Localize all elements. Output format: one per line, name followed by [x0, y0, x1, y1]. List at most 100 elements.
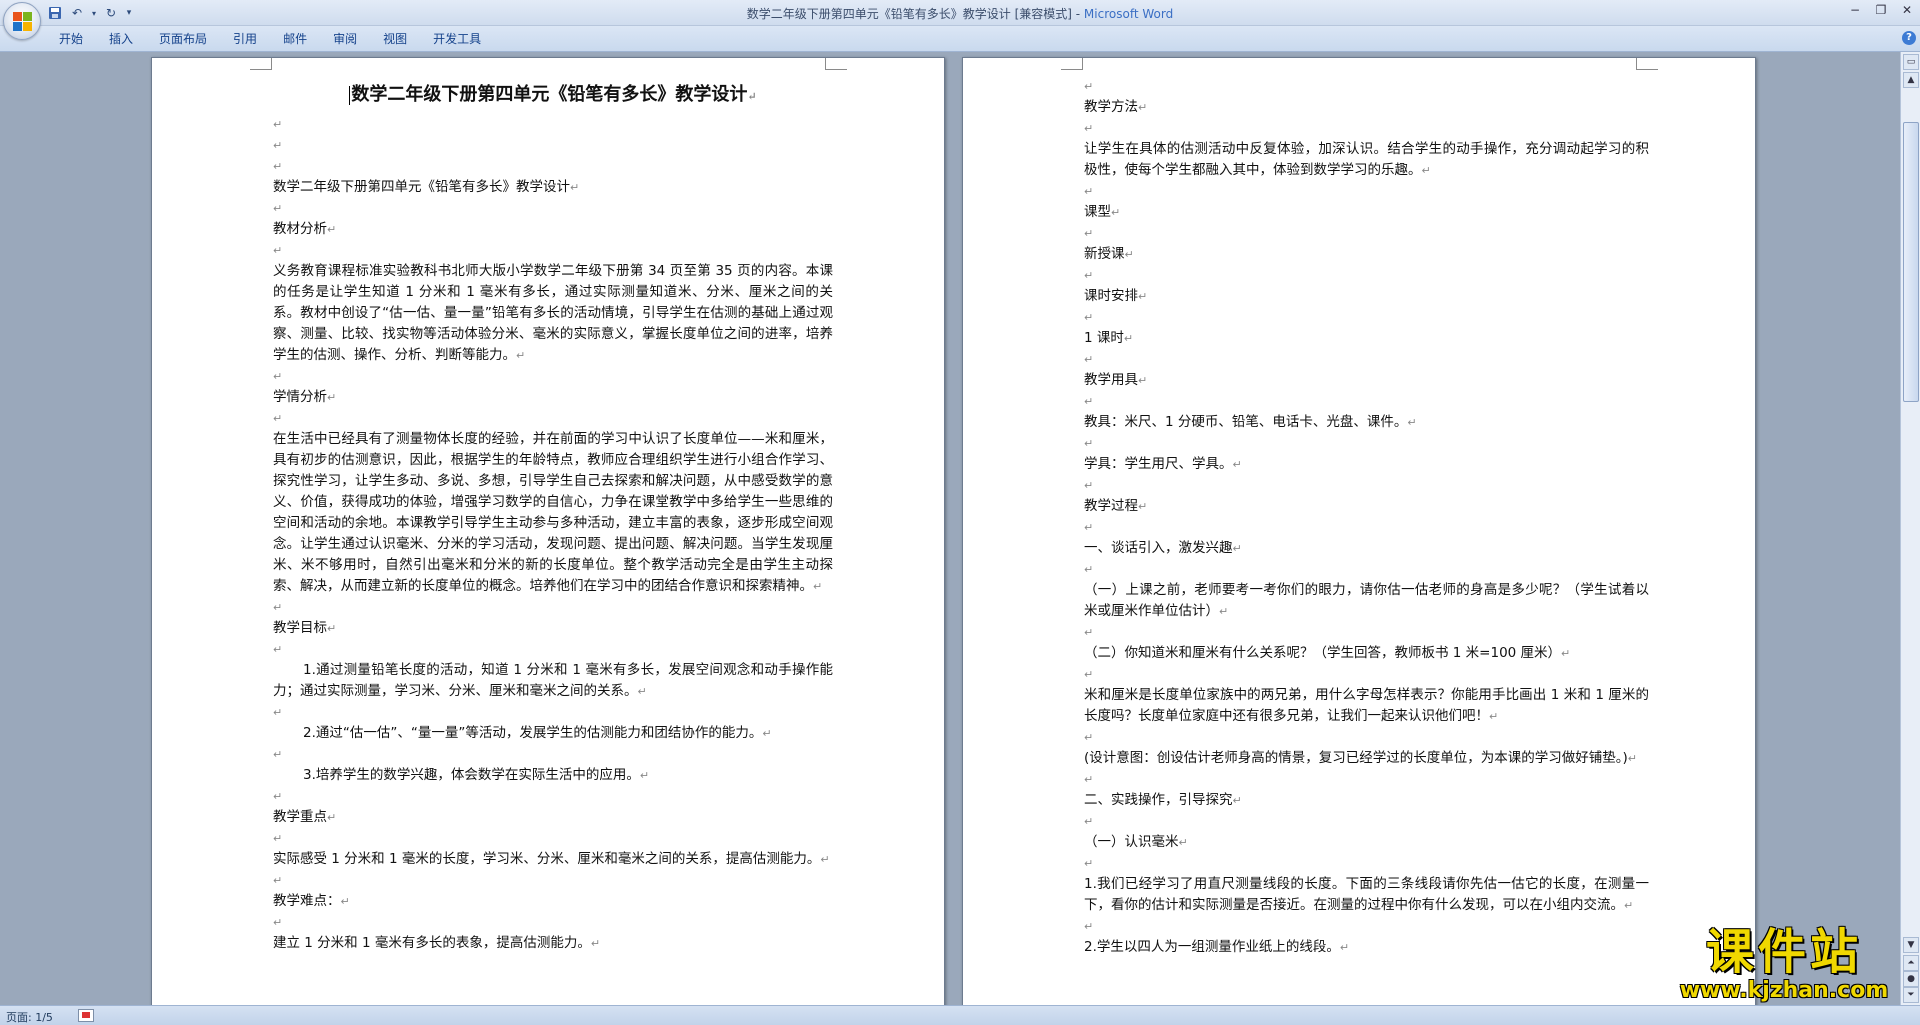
empty-paragraph[interactable]: ↵: [1084, 622, 1649, 643]
vertical-scrollbar[interactable]: ▭ ▲ ▼ ⏶ ● ⏷: [1900, 52, 1920, 1005]
empty-paragraph[interactable]: ↵: [273, 198, 833, 219]
document-area[interactable]: 数学二年级下册第四单元《铅笔有多长》教学设计↵ ↵ ↵ ↵ 数学二年级下册第四单元《铅…: [0, 52, 1900, 1005]
paragraph[interactable]: 教学重点↵: [273, 807, 833, 828]
tab-insert[interactable]: 插入: [96, 30, 146, 48]
empty-paragraph[interactable]: ↵: [1084, 664, 1649, 685]
page-1-content[interactable]: 数学二年级下册第四单元《铅笔有多长》教学设计↵ ↵ ↵ ↵ 数学二年级下册第四单元《铅…: [273, 80, 833, 954]
empty-paragraph[interactable]: ↵: [1084, 853, 1649, 874]
previous-page-button[interactable]: ⏶: [1903, 955, 1919, 971]
empty-paragraph[interactable]: ↵: [273, 702, 833, 723]
paragraph[interactable]: （二）你知道米和厘米有什么关系呢？（学生回答，教师板书 1 米=100 厘米）↵: [1084, 643, 1649, 664]
restore-button[interactable]: ❐: [1868, 0, 1894, 20]
empty-paragraph[interactable]: ↵: [273, 786, 833, 807]
empty-paragraph[interactable]: ↵: [1084, 916, 1649, 937]
empty-paragraph[interactable]: ↵: [1084, 76, 1649, 97]
empty-paragraph[interactable]: ↵: [1084, 265, 1649, 286]
paragraph[interactable]: （一）上课之前，老师要考一考你们的眼力，请你估一估老师的身高是多少呢？（学生试着…: [1084, 580, 1649, 622]
paragraph-text: 学情分析: [273, 389, 327, 405]
empty-paragraph[interactable]: ↵: [1084, 769, 1649, 790]
tab-view[interactable]: 视图: [370, 30, 420, 48]
tab-home[interactable]: 开始: [46, 30, 96, 48]
scroll-up-button[interactable]: ▲: [1903, 72, 1919, 88]
page-2-content[interactable]: ↵ 教学方法↵ ↵ 让学生在具体的估测活动中反复体验，加深认识。结合学生的动手操作，充…: [1084, 76, 1649, 958]
scroll-down-button[interactable]: ▼: [1903, 937, 1919, 953]
paragraph[interactable]: 实际感受 1 分米和 1 毫米的长度，学习米、分米、厘米和毫米之间的关系，提高估…: [273, 849, 833, 870]
document-page-2[interactable]: ↵ 教学方法↵ ↵ 让学生在具体的估测活动中反复体验，加深认识。结合学生的动手操作，充…: [962, 57, 1756, 1005]
empty-paragraph[interactable]: ↵: [1084, 517, 1649, 538]
paragraph[interactable]: 教学目标↵: [273, 618, 833, 639]
empty-paragraph[interactable]: ↵: [273, 135, 833, 156]
empty-paragraph[interactable]: ↵: [1084, 433, 1649, 454]
paragraph[interactable]: 数学二年级下册第四单元《铅笔有多长》教学设计↵: [273, 177, 833, 198]
paragraph[interactable]: 义务教育课程标准实验教科书北师大版小学数学二年级下册第 34 页至第 35 页的…: [273, 261, 833, 366]
empty-paragraph[interactable]: ↵: [273, 744, 833, 765]
paragraph[interactable]: 1.通过测量铅笔长度的活动，知道 1 分米和 1 毫米有多长，发展空间观念和动手…: [273, 660, 833, 702]
empty-paragraph[interactable]: ↵: [1084, 181, 1649, 202]
document-page-1[interactable]: 数学二年级下册第四单元《铅笔有多长》教学设计↵ ↵ ↵ ↵ 数学二年级下册第四单元《铅…: [151, 57, 945, 1005]
document-heading[interactable]: 数学二年级下册第四单元《铅笔有多长》教学设计↵: [273, 80, 833, 110]
paragraph[interactable]: 教材分析↵: [273, 219, 833, 240]
paragraph[interactable]: 1 课时↵: [1084, 328, 1649, 349]
empty-paragraph[interactable]: ↵: [273, 912, 833, 933]
paragraph[interactable]: 学情分析↵: [273, 387, 833, 408]
tab-mailings[interactable]: 邮件: [270, 30, 320, 48]
paragraph[interactable]: 教学过程↵: [1084, 496, 1649, 517]
empty-paragraph[interactable]: ↵: [273, 870, 833, 891]
close-button[interactable]: ✕: [1894, 0, 1920, 20]
empty-paragraph[interactable]: ↵: [273, 597, 833, 618]
empty-paragraph[interactable]: ↵: [1084, 475, 1649, 496]
paragraph-mark: ↵: [820, 853, 830, 866]
paragraph[interactable]: 学具：学生用尺、学具。↵: [1084, 454, 1649, 475]
empty-paragraph[interactable]: ↵: [273, 114, 833, 135]
paragraph[interactable]: 建立 1 分米和 1 毫米有多长的表象，提高估测能力。↵: [273, 933, 833, 954]
empty-paragraph[interactable]: ↵: [1084, 727, 1649, 748]
paragraph[interactable]: 教学方法↵: [1084, 97, 1649, 118]
kjzhan-watermark: 课件站 www.kjzhan.com: [1668, 925, 1900, 1005]
page-indicator[interactable]: 页面: 1/5: [6, 1009, 53, 1025]
paragraph[interactable]: (设计意图：创设估计老师身高的情景，复习已经学过的长度单位，为本课的学习做好铺垫…: [1084, 748, 1649, 769]
empty-paragraph[interactable]: ↵: [1084, 559, 1649, 580]
paragraph[interactable]: 二、实践操作，引导探究↵: [1084, 790, 1649, 811]
empty-paragraph[interactable]: ↵: [1084, 349, 1649, 370]
empty-paragraph[interactable]: ↵: [273, 240, 833, 261]
paragraph[interactable]: 米和厘米是长度单位家族中的两兄弟，用什么字母怎样表示？你能用手比画出 1 米和 …: [1084, 685, 1649, 727]
empty-paragraph[interactable]: ↵: [273, 639, 833, 660]
ruler-toggle-icon[interactable]: ▭: [1903, 54, 1919, 70]
paragraph[interactable]: 1.我们已经学习了用直尺测量线段的长度。下面的三条线段请你先估一估它的长度，在测…: [1084, 874, 1649, 916]
paragraph[interactable]: 2.学生以四人为一组测量作业纸上的线段。↵: [1084, 937, 1649, 958]
paragraph-text: 教学目标: [273, 620, 327, 636]
next-page-button[interactable]: ⏷: [1903, 987, 1919, 1003]
paragraph[interactable]: 新授课↵: [1084, 244, 1649, 265]
paragraph[interactable]: 在生活中已经具有了测量物体长度的经验，并在前面的学习中认识了长度单位——米和厘米…: [273, 429, 833, 597]
paragraph[interactable]: 教学用具↵: [1084, 370, 1649, 391]
paragraph[interactable]: 课时安排↵: [1084, 286, 1649, 307]
tab-review[interactable]: 审阅: [320, 30, 370, 48]
empty-paragraph[interactable]: ↵: [1084, 391, 1649, 412]
paragraph[interactable]: （一）认识毫米↵: [1084, 832, 1649, 853]
proofing-status-icon[interactable]: [78, 1009, 94, 1022]
paragraph[interactable]: 教具：米尺、1 分硬币、铅笔、电话卡、光盘、课件。↵: [1084, 412, 1649, 433]
tab-page-layout[interactable]: 页面布局: [146, 30, 220, 48]
empty-paragraph[interactable]: ↵: [1084, 118, 1649, 139]
empty-paragraph[interactable]: ↵: [273, 408, 833, 429]
empty-paragraph[interactable]: ↵: [1084, 307, 1649, 328]
minimize-button[interactable]: −: [1842, 0, 1868, 20]
office-button[interactable]: [3, 2, 41, 40]
tab-references[interactable]: 引用: [220, 30, 270, 48]
paragraph[interactable]: 让学生在具体的估测活动中反复体验，加深认识。结合学生的动手操作，充分调动起学习的…: [1084, 139, 1649, 181]
tab-developer[interactable]: 开发工具: [420, 30, 494, 48]
paragraph-mark: ↵: [273, 370, 283, 383]
empty-paragraph[interactable]: ↵: [1084, 811, 1649, 832]
help-icon[interactable]: ?: [1902, 31, 1916, 45]
paragraph[interactable]: 2.通过“估一估”、“量一量”等活动，发展学生的估测能力和团结协作的能力。↵: [273, 723, 833, 744]
paragraph[interactable]: 一、谈话引入，激发兴趣↵: [1084, 538, 1649, 559]
empty-paragraph[interactable]: ↵: [273, 366, 833, 387]
empty-paragraph[interactable]: ↵: [1084, 223, 1649, 244]
empty-paragraph[interactable]: ↵: [273, 156, 833, 177]
paragraph[interactable]: 课型↵: [1084, 202, 1649, 223]
paragraph[interactable]: 教学难点：↵: [273, 891, 833, 912]
scrollbar-thumb[interactable]: [1903, 122, 1919, 402]
paragraph[interactable]: 3.培养学生的数学兴趣，体会数学在实际生活中的应用。↵: [273, 765, 833, 786]
select-browse-object-button[interactable]: ●: [1903, 971, 1919, 987]
empty-paragraph[interactable]: ↵: [273, 828, 833, 849]
